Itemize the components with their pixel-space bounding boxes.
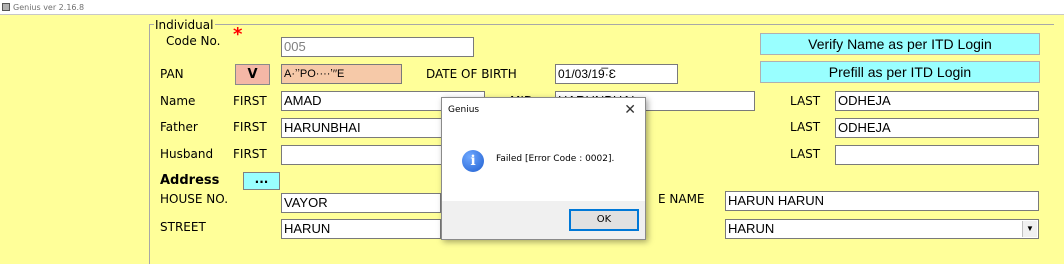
app-icon bbox=[2, 3, 10, 11]
house-no-label: HOUSE NO. bbox=[160, 192, 229, 206]
pan-field[interactable]: A·ʼʼPO····ʼ′′E bbox=[281, 64, 402, 84]
prefill-button[interactable]: Prefill as per ITD Login bbox=[760, 61, 1040, 83]
name-label: Name bbox=[160, 94, 196, 108]
chevron-down-icon[interactable]: ▼ bbox=[1022, 221, 1037, 237]
father-last-label: LAST bbox=[790, 120, 821, 134]
area-dropdown-value: HARUN bbox=[728, 221, 775, 236]
dob-field[interactable]: 01/03/19̅·Ɛ bbox=[555, 64, 678, 84]
dialog-title: Genius bbox=[448, 105, 480, 115]
husband-first-label: FIRST bbox=[233, 147, 267, 161]
father-label: Father bbox=[160, 120, 198, 134]
name-first-label: FIRST bbox=[233, 94, 267, 108]
title-bar: Genius ver 2.16.8 bbox=[0, 0, 1064, 15]
address-more-button[interactable]: ... bbox=[243, 172, 280, 190]
house-no-field[interactable]: VAYOR bbox=[281, 193, 441, 213]
father-first-label: FIRST bbox=[233, 120, 267, 134]
premise-name-label: E NAME bbox=[658, 192, 705, 206]
street-field[interactable]: HARUN bbox=[281, 219, 441, 239]
husband-last-field[interactable] bbox=[835, 145, 1039, 165]
required-star: * bbox=[233, 24, 243, 45]
dialog-message: Failed [Error Code : 0002]. bbox=[496, 154, 615, 164]
dialog-title-bar: Genius ✕ bbox=[442, 98, 645, 126]
dob-label: DATE OF BIRTH bbox=[426, 67, 517, 81]
street-label: STREET bbox=[160, 220, 206, 234]
premise-name-field[interactable]: HARUN HARUN bbox=[725, 191, 1039, 211]
close-icon[interactable]: ✕ bbox=[624, 102, 636, 118]
name-last-label: LAST bbox=[790, 94, 821, 108]
name-last-field[interactable]: ODHEJA bbox=[835, 91, 1039, 111]
group-title: Individual bbox=[154, 18, 216, 32]
code-no-label: Code No. bbox=[166, 34, 221, 48]
ok-button[interactable]: OK bbox=[569, 209, 639, 231]
code-no-field[interactable]: 005 bbox=[281, 37, 474, 57]
error-dialog: Genius ✕ i Failed [Error Code : 0002]. O… bbox=[441, 97, 646, 240]
info-icon: i bbox=[462, 150, 484, 172]
husband-label: Husband bbox=[160, 147, 214, 161]
pan-label: PAN bbox=[160, 67, 184, 81]
father-last-field[interactable]: ODHEJA bbox=[835, 118, 1039, 138]
verify-name-button[interactable]: Verify Name as per ITD Login bbox=[760, 33, 1040, 55]
pan-verify-button[interactable]: V bbox=[235, 64, 270, 85]
husband-last-label: LAST bbox=[790, 147, 821, 161]
area-dropdown[interactable]: HARUN ▼ bbox=[725, 219, 1039, 239]
address-label: Address bbox=[160, 173, 220, 188]
window-title: Genius ver 2.16.8 bbox=[13, 2, 85, 12]
